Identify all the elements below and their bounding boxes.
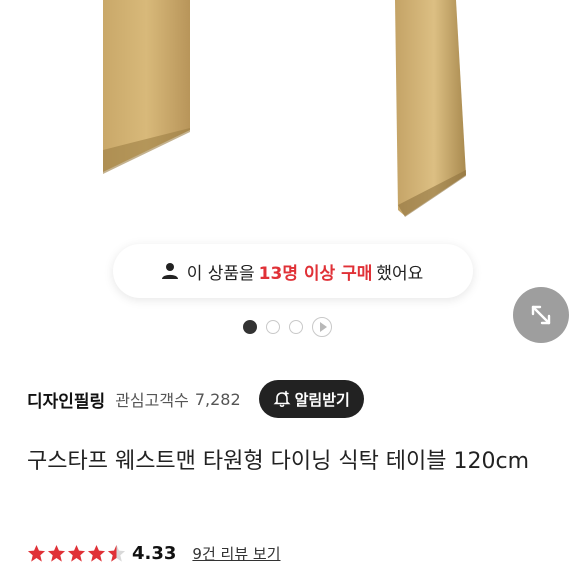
rating-value: 4.33 (132, 542, 177, 564)
expand-image-button[interactable] (513, 287, 569, 343)
badge-suffix: 했어요 (376, 263, 424, 284)
badge-highlight: 13명 이상 구매 (258, 263, 373, 284)
alarm-button-label: 알림받기 (294, 390, 350, 409)
carousel-video-dot[interactable] (312, 317, 332, 337)
purchase-count-badge: 이 상품을 13명 이상 구매 했어요 (113, 244, 473, 298)
rating-row: 4.33 9건 리뷰 보기 (27, 540, 281, 566)
play-icon (319, 322, 327, 332)
brand-row: 디자인필링 관심고객수 7,282 알림받기 (27, 378, 567, 420)
star-icon (67, 544, 86, 562)
carousel-dot-2[interactable] (266, 320, 280, 334)
star-rating (27, 544, 126, 563)
review-link[interactable]: 9건 리뷰 보기 (192, 543, 280, 564)
carousel-indicator (243, 317, 332, 337)
product-title: 구스타프 웨스트맨 타원형 다이닝 식탁 테이블 120cm (27, 449, 530, 474)
star-icon (27, 544, 46, 562)
fav-count-label: 관심고객수 (115, 391, 189, 410)
badge-prefix: 이 상품을 (186, 263, 255, 284)
product-image[interactable] (0, 0, 585, 250)
star-half-icon (107, 544, 126, 562)
carousel-dot-1[interactable] (243, 320, 257, 334)
table-legs-photo (103, 0, 466, 217)
star-icon (87, 544, 106, 562)
brand-name[interactable]: 디자인필링 (27, 387, 105, 412)
bell-plus-icon (273, 390, 291, 408)
fav-count-value: 7,282 (194, 389, 241, 409)
person-icon (161, 263, 178, 279)
carousel-dot-3[interactable] (289, 320, 303, 334)
expand-arrows-icon (531, 305, 551, 325)
star-icon (47, 544, 66, 562)
alarm-button[interactable]: 알림받기 (258, 380, 364, 418)
